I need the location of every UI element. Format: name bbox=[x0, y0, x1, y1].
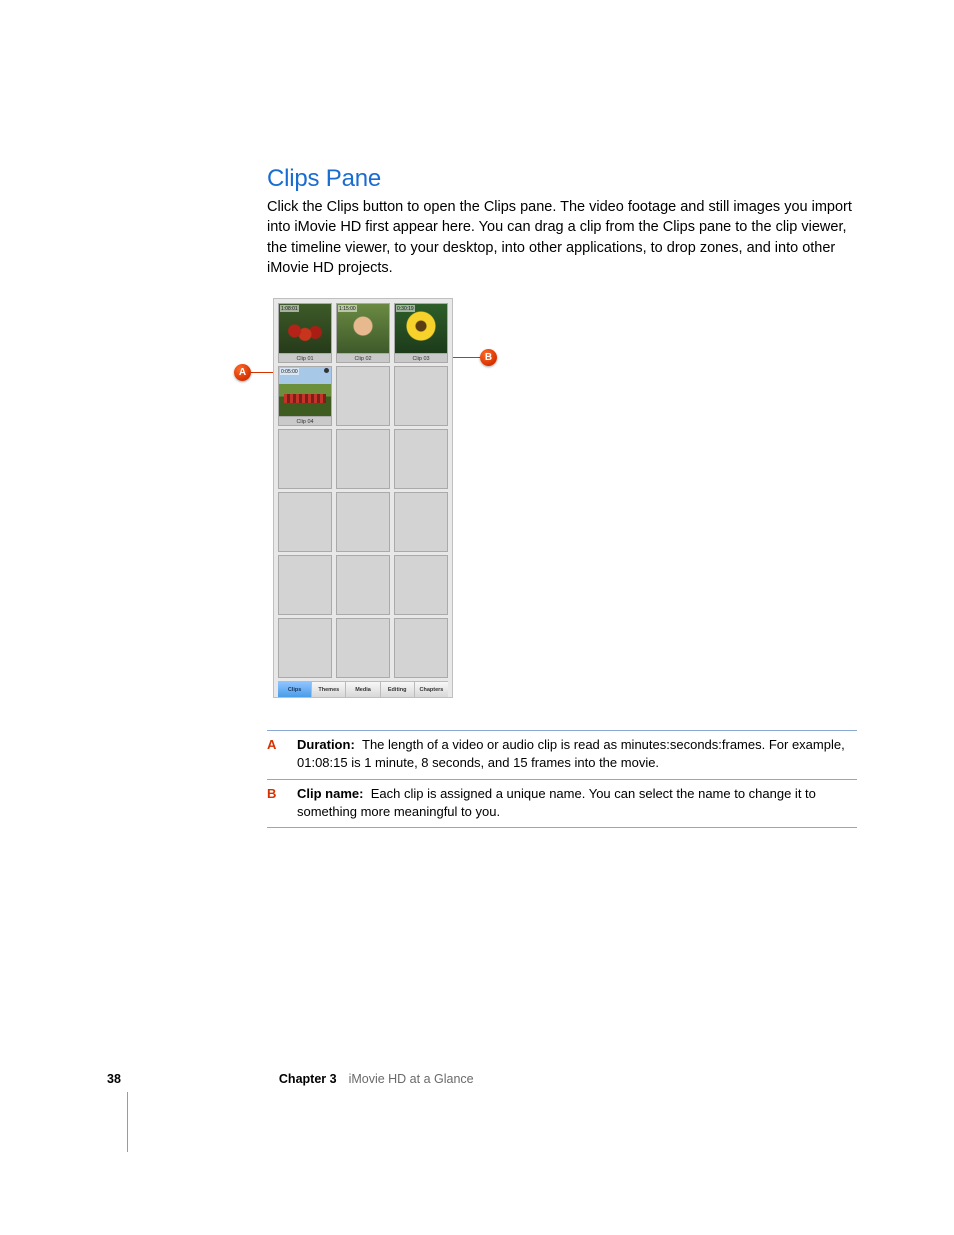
clip-cell-empty[interactable] bbox=[336, 618, 390, 678]
clip-cell[interactable]: 0:05:00 Clip 04 bbox=[278, 366, 332, 426]
clip-cell-empty[interactable] bbox=[394, 429, 448, 489]
clip-cell-empty[interactable] bbox=[278, 618, 332, 678]
tab-themes[interactable]: Themes bbox=[312, 682, 346, 697]
clip-cell-empty[interactable] bbox=[394, 618, 448, 678]
clip-name[interactable]: Clip 04 bbox=[279, 416, 331, 425]
tab-clips[interactable]: Clips bbox=[278, 682, 312, 697]
clip-name[interactable]: Clip 03 bbox=[395, 353, 447, 362]
clip-cell-empty[interactable] bbox=[336, 492, 390, 552]
callout-badge-b: B bbox=[480, 349, 497, 366]
audio-icon bbox=[324, 368, 329, 373]
clip-cell-empty[interactable] bbox=[278, 555, 332, 615]
clip-cell-empty[interactable] bbox=[394, 555, 448, 615]
page-footer: 38 Chapter 3 iMovie HD at a Glance bbox=[107, 1072, 474, 1086]
clips-tab-bar: ClipsThemesMediaEditingChapters bbox=[278, 681, 448, 697]
clip-cell[interactable]: 1:08:01 Clip 01 bbox=[278, 303, 332, 363]
tab-chapters[interactable]: Chapters bbox=[415, 682, 448, 697]
tab-media[interactable]: Media bbox=[346, 682, 380, 697]
section-heading: Clips Pane bbox=[267, 165, 857, 193]
clip-duration: 0:30:19 bbox=[396, 305, 415, 312]
definition-row-a: A Duration: The length of a video or aud… bbox=[267, 730, 857, 778]
clip-cell-empty[interactable] bbox=[336, 366, 390, 426]
callout-definitions: A Duration: The length of a video or aud… bbox=[267, 730, 857, 828]
chapter-label: Chapter 3 bbox=[279, 1072, 337, 1086]
clip-duration: 1:08:01 bbox=[280, 305, 299, 312]
page-number: 38 bbox=[107, 1072, 121, 1086]
clip-cell[interactable]: 0:30:19 Clip 03 bbox=[394, 303, 448, 363]
clips-pane-figure: A B 1:08:01Clip 011:15:00Clip 020:30:19C… bbox=[273, 298, 465, 698]
section-body: Click the Clips button to open the Clips… bbox=[267, 197, 857, 278]
clip-cell-empty[interactable] bbox=[278, 429, 332, 489]
clip-duration: 0:05:00 bbox=[280, 368, 299, 375]
definition-text: Duration: The length of a video or audio… bbox=[297, 736, 857, 772]
clip-cell-empty[interactable] bbox=[336, 555, 390, 615]
clip-duration: 1:15:00 bbox=[338, 305, 357, 312]
chapter-title: iMovie HD at a Glance bbox=[349, 1072, 474, 1086]
clip-name[interactable]: Clip 01 bbox=[279, 353, 331, 362]
clip-cell-empty[interactable] bbox=[336, 429, 390, 489]
definition-text: Clip name: Each clip is assigned a uniqu… bbox=[297, 785, 857, 821]
clip-cell-empty[interactable] bbox=[394, 366, 448, 426]
callout-badge-a: A bbox=[234, 364, 251, 381]
definition-letter: B bbox=[267, 785, 297, 821]
definition-letter: A bbox=[267, 736, 297, 772]
definition-row-b: B Clip name: Each clip is assigned a uni… bbox=[267, 779, 857, 828]
tab-editing[interactable]: Editing bbox=[381, 682, 415, 697]
clip-cell-empty[interactable] bbox=[278, 492, 332, 552]
clip-name[interactable]: Clip 02 bbox=[337, 353, 389, 362]
clip-cell-empty[interactable] bbox=[394, 492, 448, 552]
clips-panel: 1:08:01 Clip 01 1:15:00 Clip 02 0:30:19 Clip … bbox=[273, 298, 453, 698]
clip-cell[interactable]: 1:15:00 Clip 02 bbox=[336, 303, 390, 363]
footer-rule bbox=[127, 1092, 128, 1152]
